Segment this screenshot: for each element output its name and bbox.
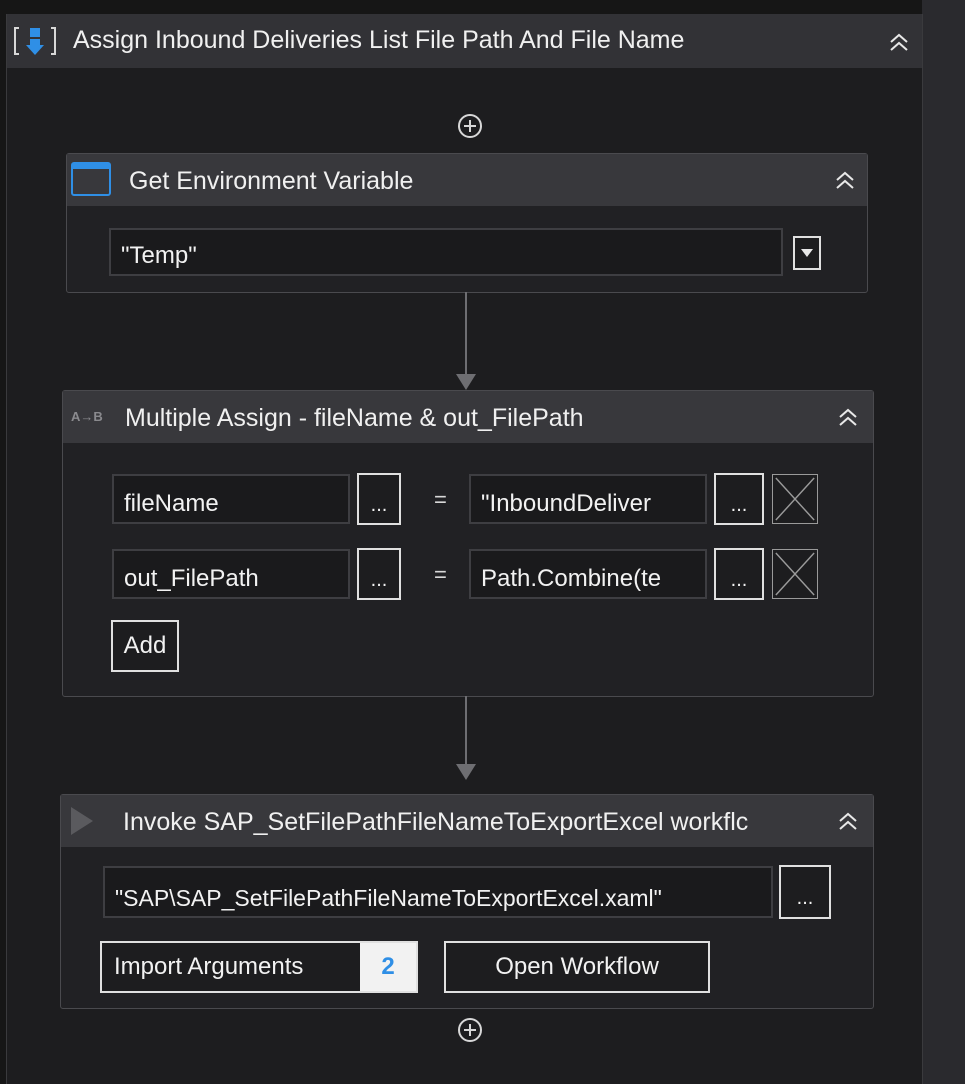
collapse-invoke-workflow-icon[interactable] [834, 807, 862, 835]
import-arguments-label: Import Arguments [114, 953, 304, 980]
open-workflow-button[interactable]: Open Workflow [444, 941, 710, 993]
sequence-activity[interactable]: Assign Inbound Deliveries List File Path… [6, 14, 923, 1084]
environment-variable-input[interactable]: "Temp" [109, 228, 783, 276]
designer-scrollbar-area [922, 0, 965, 1084]
get-environment-variable-title: Get Environment Variable [129, 167, 414, 195]
connector-line [465, 696, 467, 771]
add-assign-row-button[interactable]: Add [111, 620, 179, 672]
get-environment-variable-activity[interactable]: Get Environment Variable "Temp" [66, 153, 868, 293]
get-environment-variable-header[interactable]: Get Environment Variable [67, 154, 867, 206]
import-arguments-button[interactable]: Import Arguments 2 [100, 941, 418, 993]
assign-target-ellipsis-button[interactable]: ... [357, 473, 401, 525]
argument-count-badge: 2 [360, 943, 416, 991]
assign-equals-sign: = [434, 487, 447, 512]
collapse-sequence-icon[interactable] [885, 28, 913, 56]
assign-value-ellipsis-button[interactable]: ... [714, 473, 764, 525]
arrow-down-icon [456, 374, 476, 390]
assign-value-field-out-filepath[interactable]: Path.Combine(te [469, 549, 707, 599]
connector-line [465, 292, 467, 382]
assign-icon: A→B [71, 409, 103, 424]
arrow-down-icon [456, 764, 476, 780]
assign-target-ellipsis-button[interactable]: ... [357, 548, 401, 600]
add-activity-plus-icon[interactable] [456, 112, 484, 140]
environment-variable-dropdown[interactable] [793, 236, 821, 270]
multiple-assign-title: Multiple Assign - fileName & out_FilePat… [125, 404, 584, 432]
invoke-workflow-title: Invoke SAP_SetFilePathFileNameToExportEx… [123, 808, 749, 836]
sequence-icon [14, 27, 56, 55]
delete-row-close-icon[interactable] [772, 474, 818, 524]
assign-target-field-filename[interactable]: fileName [112, 474, 350, 524]
invoke-workflow-activity[interactable]: Invoke SAP_SetFilePathFileNameToExportEx… [60, 794, 874, 1009]
play-icon [71, 807, 93, 835]
collapse-multiple-assign-icon[interactable] [834, 403, 862, 431]
browse-workflow-ellipsis-button[interactable]: ... [779, 865, 831, 919]
chevron-down-icon [801, 249, 813, 257]
sequence-header[interactable]: Assign Inbound Deliveries List File Path… [7, 14, 922, 68]
window-icon [71, 162, 111, 196]
add-activity-plus-icon[interactable] [456, 1016, 484, 1044]
collapse-get-env-icon[interactable] [831, 166, 859, 194]
assign-value-field-filename[interactable]: "InboundDeliver [469, 474, 707, 524]
multiple-assign-activity[interactable]: A→B Multiple Assign - fileName & out_Fil… [62, 390, 874, 697]
assign-value-ellipsis-button[interactable]: ... [714, 548, 764, 600]
assign-target-field-out-filepath[interactable]: out_FilePath [112, 549, 350, 599]
workflow-file-name-input[interactable]: "SAP\SAP_SetFilePathFileNameToExportExce… [103, 866, 773, 918]
invoke-workflow-header[interactable]: Invoke SAP_SetFilePathFileNameToExportEx… [61, 795, 873, 847]
assign-equals-sign: = [434, 562, 447, 587]
delete-row-close-icon[interactable] [772, 549, 818, 599]
multiple-assign-header[interactable]: A→B Multiple Assign - fileName & out_Fil… [63, 391, 873, 443]
sequence-title: Assign Inbound Deliveries List File Path… [73, 26, 685, 54]
